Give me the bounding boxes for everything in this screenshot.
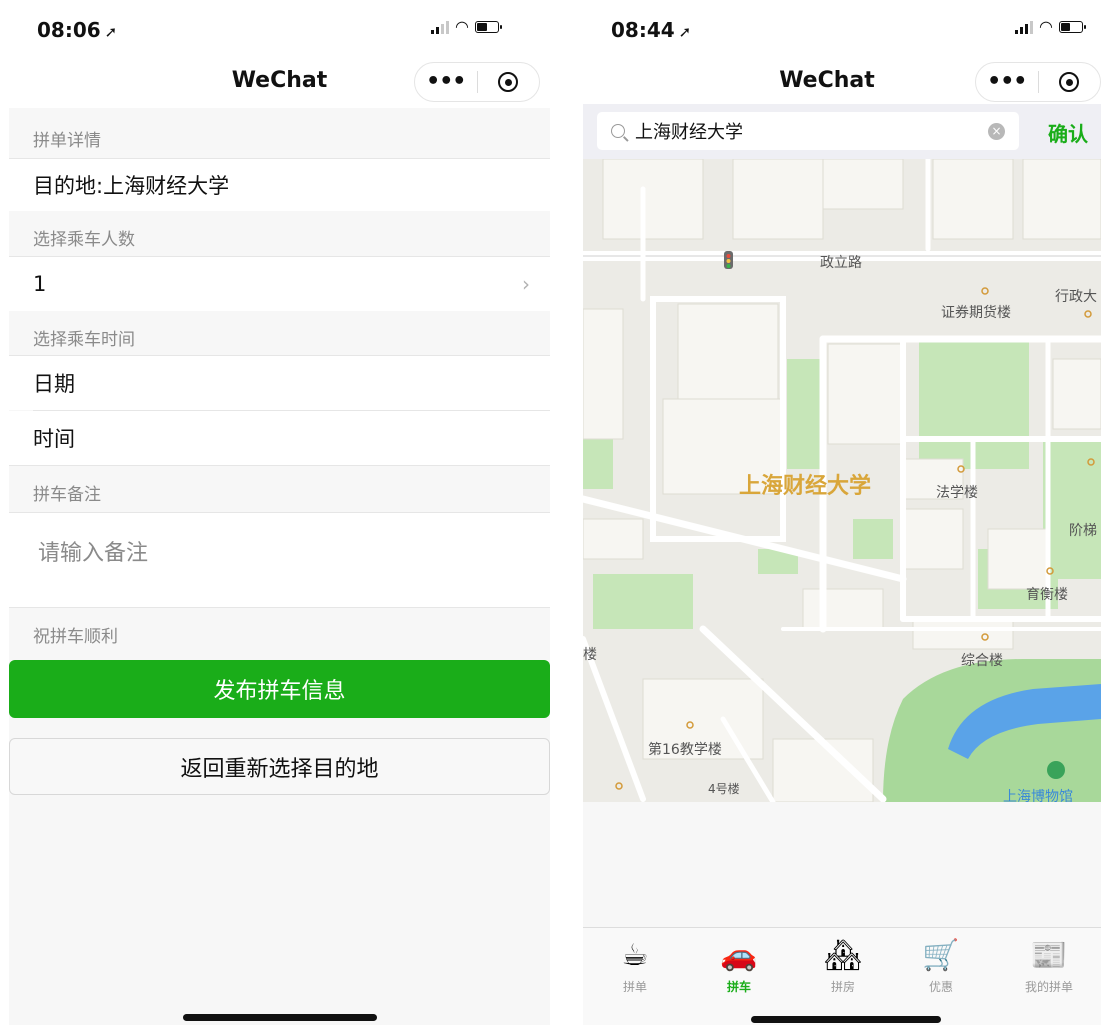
status-bar: 08:44 ➚ ◠ [583, 0, 1101, 62]
miniprogram-capsule: ••• [975, 62, 1101, 102]
battery-icon [474, 21, 502, 33]
tab-label: 拼车 [726, 980, 751, 994]
carpool-form-screen: 08:06 ➚ ◠ WeChat ••• 拼单详情 目的地:上海财经大学 选择乘车 [9, 0, 550, 1025]
close-miniprogram-button[interactable] [478, 72, 540, 92]
status-time: 08:06 ➚ [37, 18, 118, 42]
confirm-button[interactable]: 确认 [1048, 118, 1088, 147]
battery-icon [1058, 21, 1086, 33]
home-indicator [751, 1016, 941, 1023]
search-input[interactable]: 上海财经大学 × [597, 112, 1019, 150]
close-target-icon [498, 72, 519, 92]
tab-label: 我的拼单 [1024, 980, 1073, 994]
location-arrow-icon: ➚ [678, 23, 692, 41]
nav-bar: WeChat ••• [9, 58, 550, 108]
status-bar: 08:06 ➚ ◠ [9, 0, 550, 62]
section-label-people: 选择乘车人数 [9, 211, 550, 259]
search-value: 上海财经大学 [635, 122, 743, 143]
people-value: 1 [33, 272, 47, 296]
more-icon[interactable]: ••• [415, 71, 477, 93]
system-icons: ◠ [431, 17, 502, 36]
search-icon [611, 124, 625, 138]
wifi-icon: ◠ [1039, 17, 1053, 36]
date-label: 日期 [33, 372, 75, 396]
status-time: 08:44 ➚ [611, 18, 692, 42]
map-label-steps: 阶梯 [1069, 523, 1097, 539]
nav-bar: WeChat ••• [583, 58, 1101, 108]
signal-icon [431, 20, 449, 34]
map-screen: 08:44 ➚ ◠ WeChat ••• 上海财经大学 × 确认 政立路 证券期… [583, 0, 1101, 1025]
section-label-note: 拼车备注 [9, 466, 550, 514]
tab-pindan[interactable]: ☕ 拼单 [583, 938, 687, 995]
time-label: 时间 [33, 427, 75, 451]
section-label-time: 选择乘车时间 [9, 311, 550, 359]
tab-youhui[interactable]: 🛒 优惠 [889, 938, 993, 995]
map-green-area [853, 519, 893, 559]
destination-cell: 目的地:上海财经大学 [9, 159, 550, 211]
map-green-area [583, 439, 613, 489]
more-icon[interactable]: ••• [976, 71, 1038, 93]
note-textarea[interactable]: 请输入备注 [9, 513, 550, 607]
house-icon: 🏘 [823, 938, 863, 973]
home-indicator [183, 1014, 377, 1021]
close-target-icon [1059, 72, 1080, 92]
tab-pinche[interactable]: 🚗 拼车 [687, 938, 791, 995]
tab-pinfang[interactable]: 🏘 拼房 [791, 938, 895, 995]
cart-icon: 🛒 [922, 938, 960, 973]
wish-text: 祝拼车顺利 [9, 608, 550, 656]
time-picker[interactable]: 时间 [9, 411, 550, 465]
map-green-area [593, 574, 693, 629]
park-marker-icon [1047, 761, 1065, 779]
tab-bar: ☕ 拼单 🚗 拼车 🏘 拼房 🛒 优惠 📰 我的拼单 [583, 927, 1101, 1025]
date-picker[interactable]: 日期 [9, 356, 550, 410]
publish-button[interactable]: 发布拼车信息 [9, 660, 550, 718]
chevron-right-icon: › [522, 272, 530, 296]
map-label-admin: 行政大 [1055, 289, 1097, 305]
section-label-details: 拼单详情 [9, 112, 550, 160]
map-label-building4: 4号楼 [708, 781, 740, 796]
people-picker[interactable]: 1 › [9, 257, 550, 311]
map-label-museum: 上海博物馆 [1003, 788, 1073, 802]
map-canvas: 政立路 证券期货楼 行政大 上海财经大学 法学楼 阶梯 育衡楼 综合楼 第16教… [583, 159, 1101, 802]
wifi-icon: ◠ [455, 17, 469, 36]
back-reselect-button[interactable]: 返回重新选择目的地 [9, 738, 550, 795]
clear-icon[interactable]: × [988, 123, 1005, 140]
map-label-road: 政立路 [820, 255, 862, 271]
note-placeholder: 请输入备注 [38, 541, 149, 566]
map-label-university: 上海财经大学 [739, 473, 871, 499]
miniprogram-capsule: ••• [414, 62, 540, 102]
tab-my-orders[interactable]: 📰 我的拼单 [997, 938, 1101, 995]
close-miniprogram-button[interactable] [1039, 72, 1101, 92]
location-arrow-icon: ➚ [104, 23, 118, 41]
destination-text: 目的地:上海财经大学 [33, 174, 230, 198]
list-icon: 📰 [1030, 938, 1068, 973]
coffee-icon: ☕ [621, 938, 649, 973]
screenshot-stage: 08:06 ➚ ◠ WeChat ••• 拼单详情 目的地:上海财经大学 选择乘车 [0, 0, 1101, 1025]
map-label-law: 法学楼 [936, 485, 978, 501]
tab-label: 优惠 [928, 980, 953, 994]
signal-icon [1015, 20, 1033, 34]
search-bar: 上海财经大学 × 确认 [583, 104, 1101, 159]
map-label-zonghe: 综合楼 [961, 653, 1003, 669]
tab-label: 拼单 [622, 980, 647, 994]
map-label-lou: 楼 [583, 647, 597, 663]
map-label-yuheng: 育衡楼 [1026, 587, 1068, 603]
map-green-area [787, 359, 823, 469]
car-icon: 🚗 [720, 938, 758, 973]
map-view[interactable]: 政立路 证券期货楼 行政大 上海财经大学 法学楼 阶梯 育衡楼 综合楼 第16教… [583, 159, 1101, 802]
map-label-securities: 证券期货楼 [941, 304, 1011, 321]
map-label-building16: 第16教学楼 [648, 741, 722, 758]
tab-label: 拼房 [830, 980, 855, 994]
system-icons: ◠ [1015, 17, 1086, 36]
